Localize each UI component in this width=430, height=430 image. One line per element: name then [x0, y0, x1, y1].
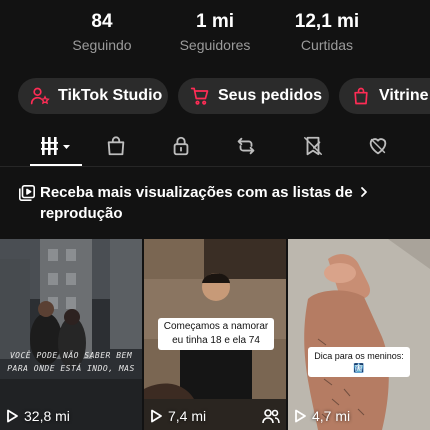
likes-count: 12,1 mi: [294, 11, 360, 32]
shop-bag-icon: [107, 136, 125, 156]
videos-grid-icon: [41, 137, 70, 155]
showcase-button[interactable]: Vitrine: [339, 78, 430, 114]
video-grid: VOCÊ PODE NÃO SABER BEM PARA ONDE ESTÁ I…: [0, 239, 430, 430]
video-caption: VOCÊ PODE NÃO SABER BEM PARA ONDE ESTÁ I…: [7, 351, 135, 373]
followers-count: 1 mi: [195, 11, 235, 32]
profile-stats: 84 Seguindo 1 mi Seguidores 12,1 mi Curt…: [0, 10, 430, 56]
followers-label: Seguidores: [179, 37, 251, 53]
following-label: Seguindo: [72, 37, 132, 53]
tab-videos[interactable]: [32, 130, 80, 162]
view-count: 4,7 mi: [294, 408, 350, 424]
view-count-label: 32,8 mi: [24, 408, 70, 424]
tab-liked[interactable]: [358, 130, 398, 162]
profile-actions: TikTok Studio Seus pedidos Vitrine: [0, 78, 430, 114]
video-thumbnail[interactable]: Dica para os meninos: 🩻 4,7 mi: [288, 239, 430, 430]
likes-label: Curtidas: [300, 37, 354, 53]
profile-tabs: [0, 128, 430, 166]
tabs-divider: [0, 166, 430, 167]
playlist-promo-text: Receba mais visualizações com as listas …: [40, 184, 353, 222]
showcase-label: Vitrine: [379, 87, 429, 104]
saved-bookmark-icon: [304, 136, 322, 156]
view-count: 7,4 mi: [150, 408, 206, 424]
liked-heart-icon: [369, 138, 387, 155]
following-stat[interactable]: 84 Seguindo: [42, 10, 162, 54]
repost-icon: [237, 137, 255, 155]
lock-icon: [173, 136, 189, 156]
cart-icon: [190, 87, 209, 105]
collaborators-icon: [262, 409, 280, 424]
view-count-label: 7,4 mi: [168, 408, 207, 424]
play-icon: [7, 409, 18, 423]
orders-button[interactable]: Seus pedidos: [178, 78, 329, 114]
video-thumbnail-image: [0, 239, 142, 430]
tab-reposts[interactable]: [226, 130, 266, 162]
person-star-icon: [30, 87, 50, 105]
tiktok-studio-label: TikTok Studio: [58, 87, 163, 104]
playlist-icon: [18, 184, 36, 202]
video-caption: Dica para os meninos: 🩻: [308, 347, 410, 377]
playlist-promo-banner[interactable]: Receba mais visualizações com as listas …: [18, 180, 418, 228]
tab-saved[interactable]: [293, 130, 333, 162]
likes-stat[interactable]: 12,1 mi Curtidas: [267, 10, 387, 54]
tab-shop[interactable]: [96, 130, 136, 162]
video-thumbnail-image: [288, 239, 430, 430]
play-icon: [295, 409, 306, 423]
shopping-bag-icon: [354, 87, 368, 105]
tab-private[interactable]: [161, 130, 201, 162]
followers-stat[interactable]: 1 mi Seguidores: [155, 10, 275, 54]
tiktok-studio-button[interactable]: TikTok Studio: [18, 78, 168, 114]
view-count-label: 4,7 mi: [312, 408, 351, 424]
video-thumbnail[interactable]: VOCÊ PODE NÃO SABER BEM PARA ONDE ESTÁ I…: [0, 239, 142, 430]
play-icon: [151, 409, 162, 423]
video-caption: Começamos a namorar eu tinha 18 e ela 74: [158, 318, 274, 350]
following-count: 84: [91, 11, 113, 32]
view-count: 32,8 mi: [6, 408, 70, 424]
chevron-right-icon: [361, 187, 367, 197]
orders-label: Seus pedidos: [218, 87, 323, 104]
video-thumbnail[interactable]: Começamos a namorar eu tinha 18 e ela 74…: [144, 239, 286, 430]
